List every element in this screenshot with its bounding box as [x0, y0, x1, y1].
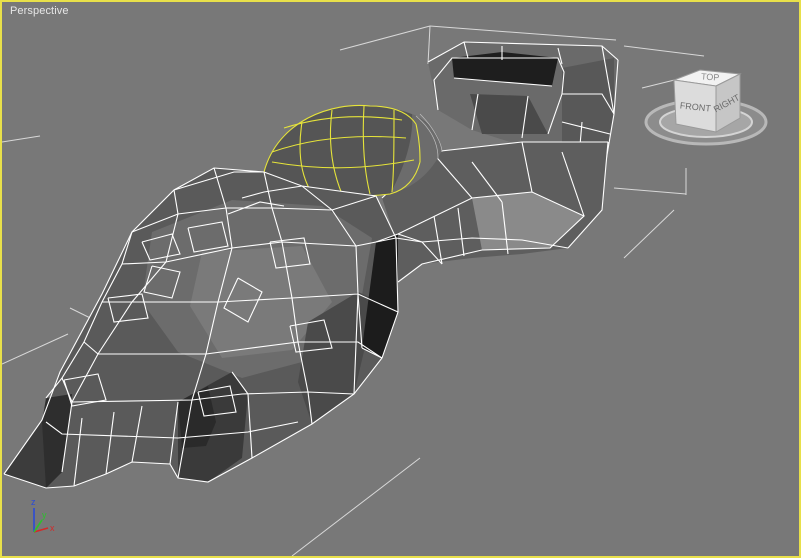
axis-tripod-icon: z x y — [31, 497, 55, 533]
viewcube-top-label: TOP — [701, 71, 720, 82]
nose-body-mesh — [3, 167, 443, 489]
x-axis-label: x — [50, 523, 55, 533]
viewcube-icon[interactable]: TOP FRONT RIGHT — [642, 60, 774, 160]
y-axis-label: y — [42, 510, 47, 520]
z-axis-label: z — [31, 497, 36, 507]
viewport-label[interactable]: Perspective — [10, 5, 69, 17]
perspective-viewport[interactable]: Perspective TOP FRONT RIGHT z x y — [0, 0, 801, 558]
